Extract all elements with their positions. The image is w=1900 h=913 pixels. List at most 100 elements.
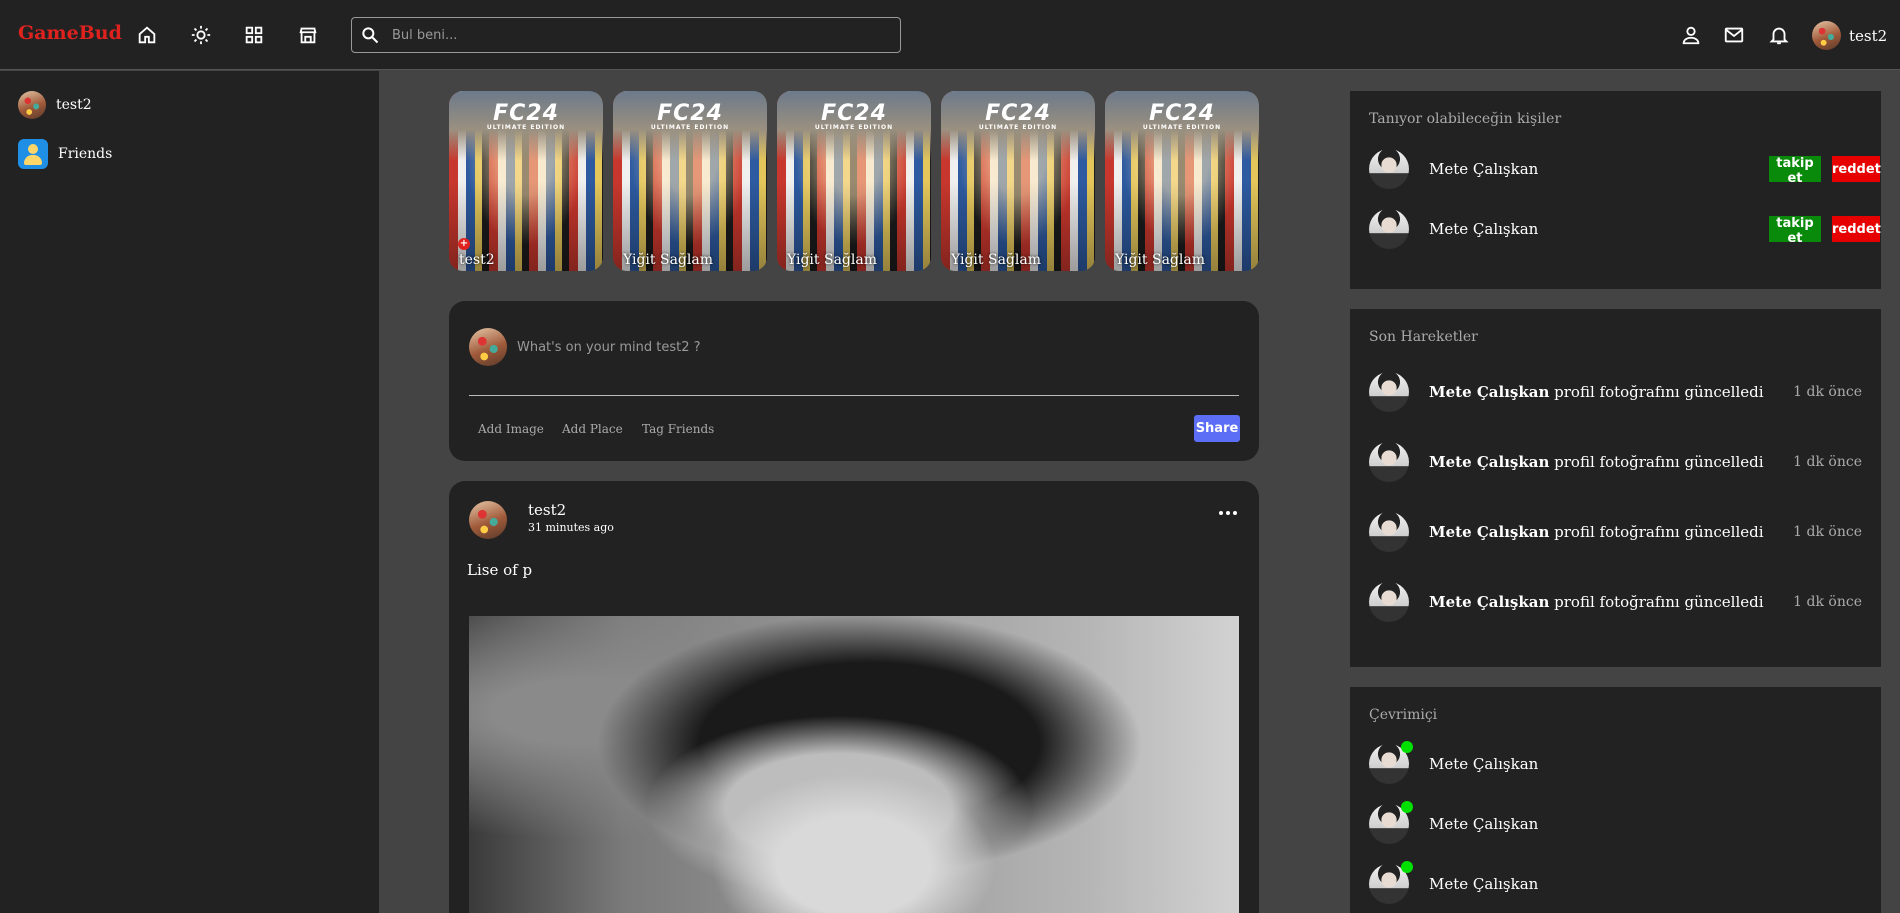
avatar [1369,741,1413,784]
friends-icon [18,139,48,169]
person-name[interactable]: Mete Çalışkan [1429,220,1538,238]
story-title: FC24 ULTIMATE EDITION [1142,101,1222,131]
online-status-icon [1401,861,1413,873]
person-name[interactable]: Mete Çalışkan [1429,453,1549,471]
share-box: Add Image Add Place Tag Friends Share [449,301,1259,461]
grid-icon[interactable] [241,22,267,48]
online-status-icon [1401,801,1413,813]
suggestions-panel: Tanıyor olabileceğin kişiler Mete Çalışk… [1350,91,1881,289]
post-timestamp: 31 minutes ago [528,521,614,534]
story-card[interactable]: FC24 ULTIMATE EDITION Yiğit Sağlam [777,91,931,271]
story-title: FC24 ULTIMATE EDITION [486,101,566,131]
story-card[interactable]: FC24 ULTIMATE EDITION Yiğit Sağlam [613,91,767,271]
tag-friends-option[interactable]: Tag Friends [642,422,714,436]
story-title: FC24 ULTIMATE EDITION [650,101,730,131]
avatar[interactable] [469,501,507,539]
activity-row: Mete Çalışkan profil fotoğrafını güncell… [1369,582,1862,622]
activity-row: Mete Çalışkan profil fotoğrafını güncell… [1369,372,1862,412]
mail-icon[interactable] [1721,22,1747,48]
story-title: FC24 ULTIMATE EDITION [814,101,894,131]
left-sidebar: test2 Friends [0,71,379,913]
follow-button[interactable]: takip et [1769,216,1821,246]
more-options-icon[interactable] [1219,506,1239,520]
story-name: Yiğit Sağlam [1115,252,1205,268]
sidebar-item-label: test2 [56,97,92,113]
activity-text: profil fotoğrafını güncelledi [1554,383,1764,401]
online-user-row[interactable]: Mete Çalışkan [1369,861,1862,904]
home-icon[interactable] [134,22,160,48]
share-input[interactable] [517,335,1117,359]
avatar [1369,861,1413,904]
add-story-icon[interactable]: + [458,238,470,250]
online-status-icon [1401,741,1413,753]
sidebar-item-label: Friends [58,146,113,162]
app-logo[interactable]: GameBud [18,22,122,44]
avatar[interactable] [1369,582,1409,622]
avatar[interactable] [1369,512,1409,552]
activity-text: profil fotoğrafını güncelledi [1554,523,1764,541]
person-name: Mete Çalışkan [1429,755,1539,773]
story-name: Yiğit Sağlam [623,252,713,268]
person-name[interactable]: Mete Çalışkan [1429,593,1549,611]
divider [469,395,1239,396]
person-name[interactable]: Mete Çalışkan [1429,160,1538,178]
story-name: Yiğit Sağlam [787,252,877,268]
story-card[interactable]: FC24 ULTIMATE EDITION Yiğit Sağlam [941,91,1095,271]
activity-time: 1 dk önce [1793,594,1862,610]
add-image-option[interactable]: Add Image [478,422,544,436]
nav-user-profile[interactable]: test2 [1812,21,1887,50]
activity-row: Mete Çalışkan profil fotoğrafını güncell… [1369,442,1862,482]
panel-title: Son Hareketler [1369,329,1478,345]
person-name[interactable]: Mete Çalışkan [1429,523,1549,541]
reject-button[interactable]: reddet [1832,156,1881,182]
person-name: Mete Çalışkan [1429,875,1539,893]
sidebar-item-profile[interactable]: test2 [18,91,92,119]
sidebar-item-friends[interactable]: Friends [18,139,112,169]
story-title: FC24 ULTIMATE EDITION [978,101,1058,131]
person-icon[interactable] [1678,22,1704,48]
follow-button[interactable]: takip et [1769,156,1821,186]
activity-time: 1 dk önce [1793,384,1862,400]
activity-text: profil fotoğrafını güncelledi [1554,453,1764,471]
activity-time: 1 dk önce [1793,524,1862,540]
post-image[interactable] [469,616,1239,913]
story-card[interactable]: FC24 ULTIMATE EDITION Yiğit Sağlam [1105,91,1259,271]
online-user-row[interactable]: Mete Çalışkan [1369,801,1862,844]
store-icon[interactable] [295,22,321,48]
activity-row: Mete Çalışkan profil fotoğrafını güncell… [1369,512,1862,552]
avatar[interactable] [1369,149,1409,189]
share-button[interactable]: Share [1194,415,1240,442]
post-username[interactable]: test2 [528,501,566,519]
nav-username: test2 [1849,26,1888,45]
search-input[interactable] [392,18,892,52]
sun-icon[interactable] [188,22,214,48]
panel-title: Çevrimiçi [1369,707,1438,723]
avatar[interactable] [1369,442,1409,482]
online-user-row[interactable]: Mete Çalışkan [1369,741,1862,784]
avatar [1812,21,1841,50]
add-place-option[interactable]: Add Place [562,422,623,436]
person-name: Mete Çalışkan [1429,815,1539,833]
activity-time: 1 dk önce [1793,454,1862,470]
avatar [1369,801,1413,844]
panel-title: Tanıyor olabileceğin kişiler [1369,111,1562,127]
activity-text: profil fotoğrafını güncelledi [1554,593,1764,611]
post-text: Lise of p [467,561,533,579]
avatar[interactable] [1369,372,1409,412]
story-name: Yiğit Sağlam [951,252,1041,268]
story-name: test2 [459,252,495,268]
avatar [469,328,507,366]
story-card[interactable]: FC24 ULTIMATE EDITION + test2 [449,91,603,271]
search-bar [351,17,901,53]
post-card: test2 31 minutes ago Lise of p [449,481,1259,913]
reject-button[interactable]: reddet [1832,216,1881,242]
avatar[interactable] [1369,209,1409,249]
activities-panel: Son Hareketler Mete Çalışkan profil foto… [1350,309,1881,667]
person-name[interactable]: Mete Çalışkan [1429,383,1549,401]
online-panel: Çevrimiçi Mete Çalışkan Mete Çalışkan Me… [1350,687,1881,913]
suggestion-row: Mete Çalışkan takip et reddet [1369,149,1881,189]
search-icon [362,27,379,44]
bell-icon[interactable] [1766,22,1792,48]
avatar [18,91,46,119]
suggestion-row: Mete Çalışkan takip et reddet [1369,209,1881,249]
